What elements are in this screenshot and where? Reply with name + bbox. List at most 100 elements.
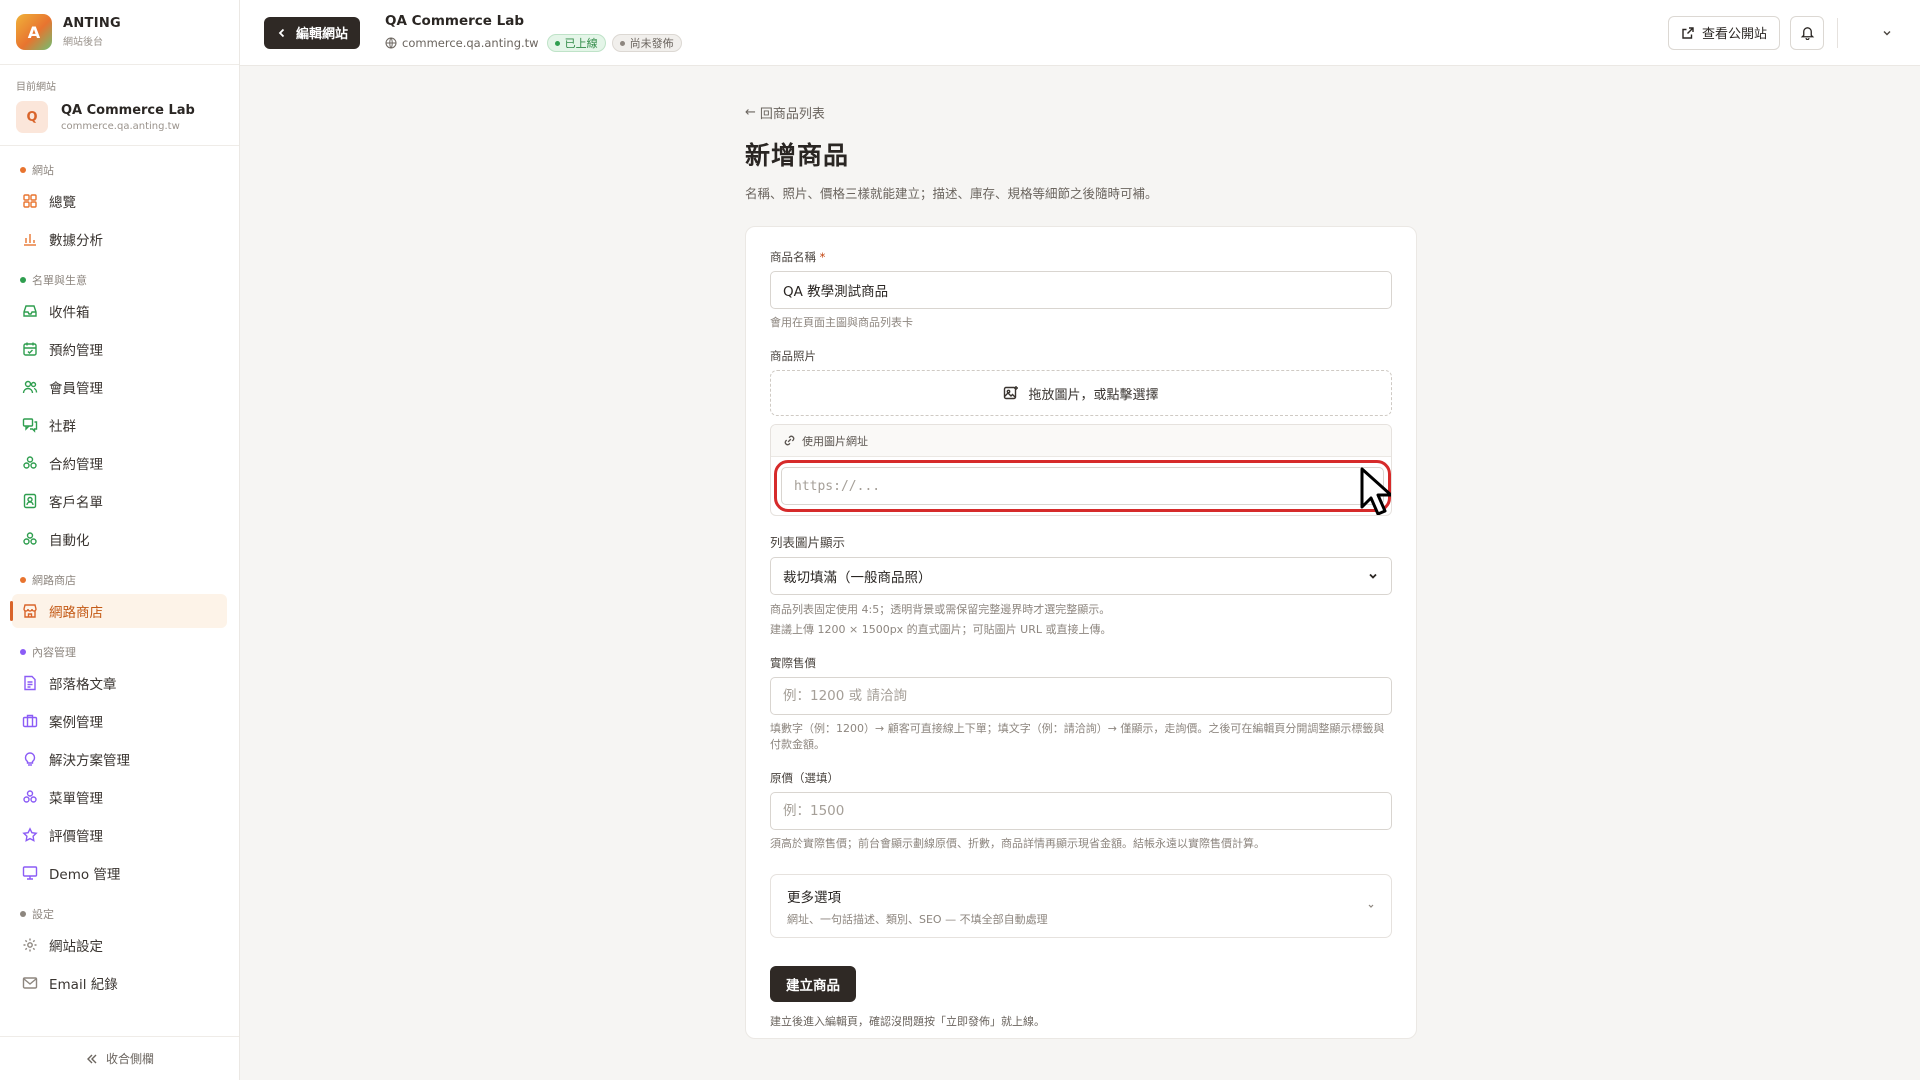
chevrons-left-icon: [85, 1052, 106, 1066]
list-display-select[interactable]: 裁切填滿（一般商品照）: [770, 557, 1392, 595]
topbar-site-meta: commerce.qa.anting.tw 已上線 尚未發佈: [385, 34, 682, 52]
sidebar-item-demo[interactable]: Demo 管理: [12, 856, 227, 890]
group-dot: [20, 649, 26, 655]
sidebar-item-automation[interactable]: 自動化: [12, 522, 227, 556]
current-site-switcher[interactable]: Q QA Commerce Lab commerce.qa.anting.tw: [16, 101, 223, 133]
presentation-icon: [22, 865, 38, 881]
badge-label: 已上線: [564, 37, 598, 50]
sidebar-item-solutions[interactable]: 解決方案管理: [12, 742, 227, 776]
edit-site-back-button[interactable]: 編輯網站: [264, 16, 361, 49]
more-options-toggle[interactable]: 更多選項 網址、一句話描述、類別、SEO — 不填全部自動處理: [770, 874, 1392, 938]
price-input[interactable]: [770, 677, 1392, 715]
list-display-selected: 裁切填滿（一般商品照）: [783, 570, 932, 586]
external-link-icon: [1681, 26, 1702, 40]
sidebar-item-reviews[interactable]: 評價管理: [12, 818, 227, 852]
document-icon: [22, 675, 38, 691]
sidebar-item-contracts[interactable]: 合約管理: [12, 446, 227, 480]
nav-group-store: 網路商店: [12, 570, 227, 590]
sidebar-item-menus[interactable]: 菜單管理: [12, 780, 227, 814]
nav-group-settings: 設定: [12, 904, 227, 924]
sidebar-item-blog[interactable]: 部落格文章: [12, 666, 227, 700]
view-public-site-label: 查看公開站: [1701, 27, 1767, 42]
use-image-url-toggle[interactable]: 使用圖片網址: [771, 425, 1391, 457]
original-price-input[interactable]: [770, 792, 1392, 830]
group-dot: [20, 277, 26, 283]
create-product-button[interactable]: 建立商品: [770, 966, 856, 1002]
nav-group-content: 內容管理: [12, 642, 227, 662]
list-display-label: 列表圖片顯示: [770, 535, 846, 550]
product-name-hint: 會用在頁面主圖與商品列表卡: [770, 316, 913, 329]
sidebar-item-label: 客戶名單: [49, 495, 103, 511]
contact-icon: [22, 493, 38, 509]
original-price-label: 原價（選填）: [770, 771, 839, 785]
topbar-site-domain: commerce.qa.anting.tw: [402, 36, 539, 50]
mouse-cursor-icon: [1359, 467, 1391, 515]
new-product-page: ← 回商品列表 新增商品 名稱、照片、價格三樣就能建立；描述、庫存、規格等細節之…: [745, 66, 1417, 1039]
chevron-left-icon: [276, 27, 296, 39]
price-label: 實際售價: [770, 656, 816, 670]
inbox-icon: [22, 303, 38, 319]
sidebar-item-label: Demo 管理: [49, 867, 121, 883]
brand-logo: A: [16, 14, 52, 50]
image-upload-icon: [1003, 385, 1028, 401]
sidebar-item-email-log[interactable]: Email 紀錄: [12, 966, 227, 1000]
list-display-hint-2: 建議上傳 1200 × 1500px 的直式圖片；可貼圖片 URL 或直接上傳。: [770, 623, 1112, 636]
sidebar-item-label: 自動化: [49, 533, 90, 549]
sidebar-item-community[interactable]: 社群: [12, 408, 227, 442]
chat-icon: [22, 417, 38, 433]
view-public-site-button[interactable]: 查看公開站: [1667, 15, 1780, 50]
nav-group-label: 網路商店: [32, 574, 76, 587]
brand: A ANTING 網站後台: [0, 0, 239, 65]
globe-icon: [385, 37, 402, 49]
nav-group-label: 網站: [32, 164, 54, 177]
back-to-products-label: 回商品列表: [759, 107, 825, 122]
price-hint: 填數字（例：1200）→ 顧客可直接線上下單；填文字（例：請洽詢）→ 僅顯示，走…: [770, 722, 1385, 751]
sidebar-item-store[interactable]: 網路商店: [10, 594, 227, 628]
sidebar-item-customers[interactable]: 客戶名單: [12, 484, 227, 518]
brand-name: ANTING: [63, 16, 121, 31]
cluster-icon: [22, 531, 38, 547]
back-to-products-link[interactable]: ← 回商品列表: [745, 103, 1417, 122]
current-site-block: 目前網站 Q QA Commerce Lab commerce.qa.antin…: [0, 65, 239, 146]
sidebar-item-site-settings[interactable]: 網站設定: [12, 928, 227, 962]
nav-group-leads: 名單與生意: [12, 270, 227, 290]
current-site-caption: 目前網站: [16, 82, 56, 93]
group-dot: [20, 577, 26, 583]
image-url-body: [771, 457, 1391, 515]
create-product-note: 建立後進入編輯頁，確認沒問題按「立即發佈」就上線。: [770, 1015, 1045, 1028]
sidebar-item-overview[interactable]: 總覽: [12, 184, 227, 218]
sidebar-item-analytics[interactable]: 數據分析: [12, 222, 227, 256]
product-name-input[interactable]: [770, 271, 1392, 309]
grid-icon: [22, 193, 38, 209]
chevron-down-icon: [1367, 570, 1379, 582]
sidebar-item-label: 菜單管理: [49, 791, 103, 807]
collapse-sidebar-button[interactable]: 收合側欄: [0, 1036, 239, 1080]
nav-group-label: 名單與生意: [32, 274, 87, 287]
brand-subtitle: 網站後台: [63, 37, 103, 48]
briefcase-icon: [22, 713, 38, 729]
gear-icon: [22, 937, 38, 953]
calendar-icon: [22, 341, 38, 357]
status-badge-unpublished: 尚未發佈: [611, 34, 682, 52]
new-product-form: 商品名稱 * 會用在頁面主圖與商品列表卡 商品照片 拖放圖片，或點擊選擇 使用圖…: [745, 226, 1417, 1039]
sidebar-item-members[interactable]: 會員管理: [12, 370, 227, 404]
sidebar-item-cases[interactable]: 案例管理: [12, 704, 227, 738]
account-menu-toggle[interactable]: [1878, 27, 1896, 39]
bell-icon: [1800, 25, 1815, 40]
more-options-subtitle: 網址、一句話描述、類別、SEO — 不填全部自動處理: [787, 912, 1048, 926]
current-site-name: QA Commerce Lab: [61, 102, 195, 118]
image-url-input[interactable]: [781, 467, 1384, 505]
collapse-label: 收合側欄: [105, 1052, 154, 1066]
chevron-down-icon: [1881, 27, 1893, 39]
edit-site-label: 編輯網站: [296, 27, 349, 42]
sidebar-item-inbox[interactable]: 收件箱: [12, 294, 227, 328]
sidebar-nav: 網站 總覽 數據分析 名單與生意 收件箱 預約管理 會員管理 社群 合約管理 客…: [0, 146, 239, 1036]
list-display-hint-1: 商品列表固定使用 4:5；透明背景或需保留完整邊界時才選完整顯示。: [770, 603, 1111, 616]
topbar-actions: 查看公開站: [1667, 15, 1896, 50]
notifications-button[interactable]: [1790, 15, 1824, 50]
bar-chart-icon: [22, 231, 38, 247]
nav-group-label: 設定: [32, 908, 54, 921]
sidebar-item-bookings[interactable]: 預約管理: [12, 332, 227, 366]
photo-dropzone[interactable]: 拖放圖片，或點擊選擇: [770, 370, 1392, 416]
product-photo-label: 商品照片: [770, 349, 816, 363]
